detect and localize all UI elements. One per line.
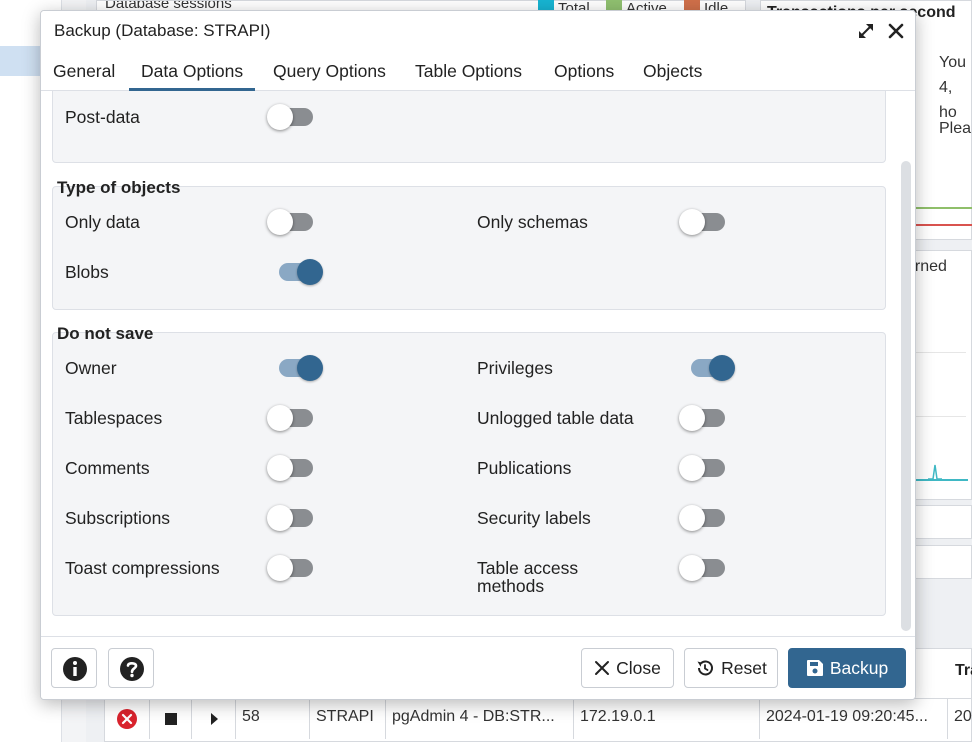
close-icon bbox=[888, 23, 904, 39]
toggle-knob bbox=[267, 405, 293, 431]
security-labels-toggle[interactable] bbox=[679, 503, 731, 533]
backup-button[interactable]: Backup bbox=[788, 648, 906, 688]
table-header-xact-start: Tra bbox=[955, 662, 972, 679]
cell-backend-start: 2024-01-19 09:20:45... bbox=[760, 699, 948, 739]
cell-xact-start: 20 bbox=[954, 708, 972, 725]
security-labels-label: Security labels bbox=[477, 508, 591, 528]
dialog-header[interactable]: Backup (Database: STRAPI) bbox=[41, 11, 915, 51]
toggle-knob bbox=[679, 405, 705, 431]
cancel-query-button[interactable] bbox=[150, 699, 192, 739]
only-data-toggle[interactable] bbox=[267, 207, 319, 237]
post-data-label: Post-data bbox=[65, 107, 140, 127]
tablespaces-label: Tablespaces bbox=[65, 408, 163, 428]
info-text-2: Plea bbox=[939, 120, 972, 137]
chart-gridline bbox=[916, 416, 966, 417]
dialog-body: Post-data Only data Only schemas Blobs T… bbox=[41, 91, 915, 636]
post-data-toggle[interactable] bbox=[267, 102, 319, 132]
privileges-label: Privileges bbox=[477, 358, 553, 378]
tab-general[interactable]: General bbox=[41, 51, 127, 91]
sections-fieldset: Post-data bbox=[52, 91, 886, 163]
dialog-title: Backup (Database: STRAPI) bbox=[54, 21, 271, 40]
tab-objects[interactable]: Objects bbox=[631, 51, 714, 91]
stop-icon bbox=[164, 713, 177, 725]
toggle-knob bbox=[679, 555, 705, 581]
toggle-knob bbox=[267, 555, 293, 581]
do-not-save-legend: Do not save bbox=[57, 324, 154, 343]
backup-button-label: Backup bbox=[829, 657, 889, 678]
toggle-knob bbox=[267, 104, 293, 130]
close-button-label: Close bbox=[616, 657, 661, 678]
cell-application: pgAdmin 4 - DB:STR... bbox=[386, 699, 574, 739]
expand-arrows-icon bbox=[859, 24, 873, 38]
cell-database: STRAPI bbox=[310, 699, 386, 739]
blobs-toggle[interactable] bbox=[271, 257, 323, 287]
expand-row-button[interactable] bbox=[192, 699, 236, 739]
toggle-knob bbox=[679, 209, 705, 235]
maximize-button[interactable] bbox=[854, 19, 878, 43]
unlogged-table-data-toggle[interactable] bbox=[679, 403, 731, 433]
close-button[interactable]: Close bbox=[581, 648, 674, 688]
toggle-knob bbox=[297, 259, 323, 285]
subscriptions-toggle[interactable] bbox=[267, 503, 319, 533]
cell-pid: 58 bbox=[236, 699, 310, 739]
type-of-objects-fieldset: Only data Only schemas Blobs bbox=[52, 186, 886, 310]
info-button[interactable] bbox=[51, 648, 97, 688]
owner-toggle[interactable] bbox=[271, 353, 323, 383]
table-row: 58 STRAPI pgAdmin 4 - DB:STR... 172.19.0… bbox=[104, 698, 972, 739]
comments-toggle[interactable] bbox=[267, 453, 319, 483]
terminate-session-button[interactable] bbox=[104, 699, 150, 739]
toast-compressions-toggle[interactable] bbox=[267, 553, 319, 583]
chart-line-active bbox=[916, 207, 972, 209]
only-data-label: Only data bbox=[65, 212, 140, 232]
tablespaces-toggle[interactable] bbox=[267, 403, 319, 433]
chart-gridline bbox=[916, 352, 966, 353]
toggle-knob bbox=[297, 355, 323, 381]
dialog-tabs: General Data Options Query Options Table… bbox=[41, 51, 915, 91]
dialog-scrollbar[interactable] bbox=[901, 161, 911, 631]
tab-options[interactable]: Options bbox=[542, 51, 626, 91]
reset-button-label: Reset bbox=[721, 657, 767, 678]
toast-compressions-label: Toast compressions bbox=[65, 558, 220, 578]
privileges-toggle[interactable] bbox=[683, 353, 735, 383]
publications-label: Publications bbox=[477, 458, 572, 478]
reset-history-icon bbox=[697, 660, 714, 676]
tab-table-options[interactable]: Table Options bbox=[403, 51, 534, 91]
info-text: You 4, ho bbox=[939, 54, 966, 121]
toggle-knob bbox=[267, 455, 293, 481]
subscriptions-label: Subscriptions bbox=[65, 508, 171, 528]
table-access-methods-label: Table access methods bbox=[477, 558, 579, 596]
info-icon bbox=[63, 657, 87, 681]
dialog-footer: Close Reset Backup bbox=[41, 636, 915, 699]
only-schemas-toggle[interactable] bbox=[679, 207, 731, 237]
comments-label: Comments bbox=[65, 458, 150, 478]
publications-toggle[interactable] bbox=[679, 453, 731, 483]
help-button[interactable] bbox=[108, 648, 154, 688]
chart-line-idle bbox=[916, 224, 972, 226]
toggle-knob bbox=[709, 355, 735, 381]
tab-query-options[interactable]: Query Options bbox=[261, 51, 398, 91]
close-icon bbox=[595, 661, 610, 675]
owner-label: Owner bbox=[65, 358, 117, 378]
toggle-knob bbox=[679, 455, 705, 481]
type-of-objects-legend: Type of objects bbox=[57, 178, 181, 197]
toggle-knob bbox=[679, 505, 705, 531]
tab-data-options[interactable]: Data Options bbox=[129, 51, 256, 91]
only-schemas-label: Only schemas bbox=[477, 212, 588, 232]
reset-button[interactable]: Reset bbox=[684, 648, 778, 688]
unlogged-table-data-label: Unlogged table data bbox=[477, 408, 634, 428]
caret-right-icon bbox=[210, 713, 218, 725]
close-circle-icon bbox=[116, 709, 137, 729]
toggle-knob bbox=[267, 505, 293, 531]
dialog-close-x-button[interactable] bbox=[884, 19, 908, 43]
save-icon bbox=[806, 660, 823, 676]
chart-spike bbox=[928, 464, 942, 479]
help-icon bbox=[120, 657, 144, 681]
toggle-knob bbox=[267, 209, 293, 235]
cell-client: 172.19.0.1 bbox=[574, 699, 760, 739]
table-access-methods-toggle[interactable] bbox=[679, 553, 731, 583]
do-not-save-fieldset: Owner Privileges Tablespaces Unlogged ta… bbox=[52, 332, 886, 616]
backup-dialog: Backup (Database: STRAPI) General Data O… bbox=[40, 10, 916, 700]
blobs-label: Blobs bbox=[65, 262, 109, 282]
chart-baseline bbox=[916, 479, 968, 481]
